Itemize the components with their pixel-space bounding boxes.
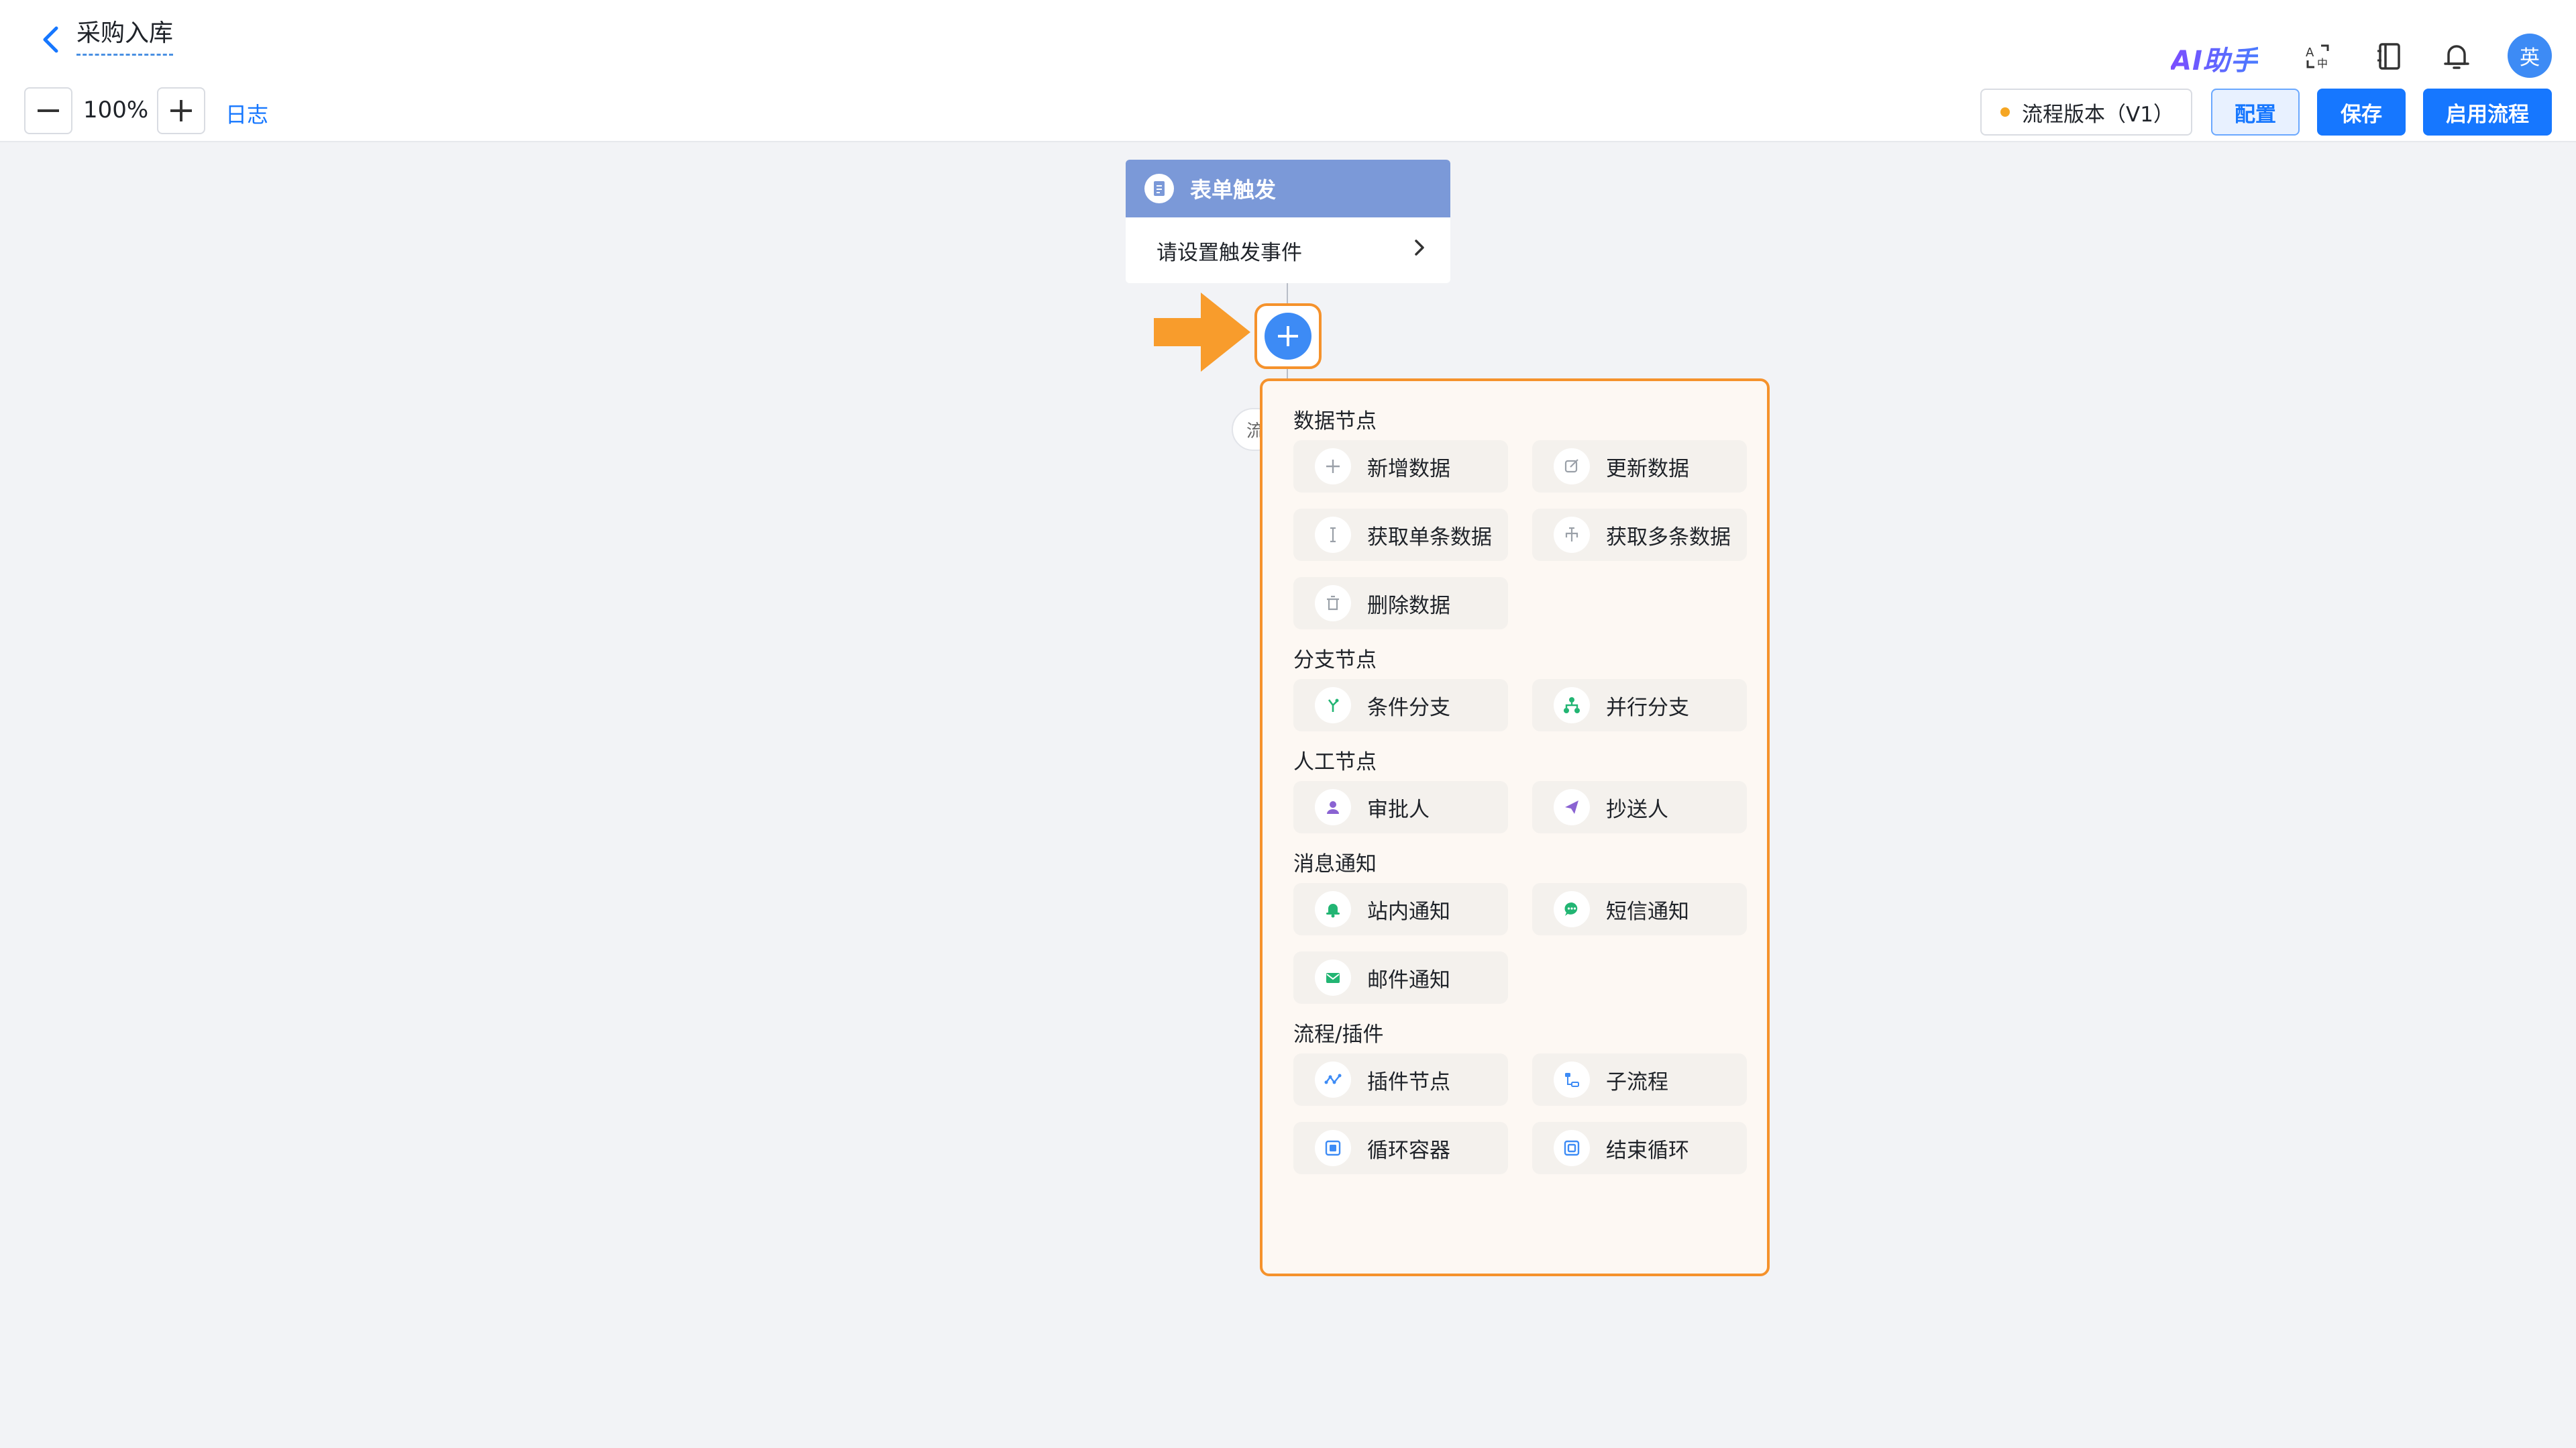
version-label: 流程版本（V1） xyxy=(2022,102,2174,127)
menu-item-label: 获取多条数据 xyxy=(1606,525,1731,550)
pointer-arrow-icon xyxy=(1154,293,1250,374)
trigger-event-label: 请设置触发事件 xyxy=(1157,240,1302,265)
menu-section-grid: 新增数据 更新数据获取单条数据 获取多条数据删除数据 xyxy=(1293,440,1767,629)
menu-item-label: 插件节点 xyxy=(1367,1070,1450,1094)
menu-section-title: 消息通知 xyxy=(1293,852,1377,876)
menu-section-title: 流程/插件 xyxy=(1293,1023,1384,1047)
menu-item-node[interactable]: 抄送人 xyxy=(1532,781,1747,833)
add-node-button[interactable] xyxy=(1254,303,1322,369)
menu-item-label: 更新数据 xyxy=(1606,456,1689,481)
menu-item-node[interactable]: 循环容器 xyxy=(1293,1122,1508,1174)
bell-icon[interactable] xyxy=(2438,38,2475,75)
menu-item-label: 短信通知 xyxy=(1606,899,1689,924)
menu-item-node[interactable]: 条件分支 xyxy=(1293,679,1508,731)
mail-icon xyxy=(1315,960,1351,996)
ai-assistant-button[interactable]: AI助手 xyxy=(2171,39,2258,78)
trigger-node[interactable]: 表单触发 请设置触发事件 xyxy=(1126,160,1450,283)
menu-item-label: 邮件通知 xyxy=(1367,968,1450,992)
menu-item-label: 站内通知 xyxy=(1367,899,1450,924)
menu-item-node[interactable]: 子流程 xyxy=(1532,1053,1747,1106)
svg-text:A: A xyxy=(2306,46,2314,60)
version-select[interactable]: 流程版本（V1） xyxy=(1980,89,2192,136)
plus-icon xyxy=(1315,448,1351,484)
form-icon xyxy=(1144,174,1174,203)
add-node-menu: 数据节点新增数据 更新数据获取单条数据 获取多条数据删除数据分支节点条件分支 并行分支… xyxy=(1260,378,1770,1276)
approver-icon xyxy=(1315,789,1351,825)
connector-line xyxy=(1287,283,1288,306)
menu-item-node[interactable]: 邮件通知 xyxy=(1293,951,1508,1004)
plus-icon xyxy=(1265,313,1311,360)
menu-item-label: 子流程 xyxy=(1606,1070,1668,1094)
zoom-in-button[interactable] xyxy=(157,87,205,134)
book-icon[interactable] xyxy=(2371,38,2408,75)
save-button[interactable]: 保存 xyxy=(2317,89,2406,136)
menu-section-title: 分支节点 xyxy=(1293,648,1377,672)
multi-data-icon xyxy=(1554,517,1590,553)
menu-item-node[interactable]: 并行分支 xyxy=(1532,679,1747,731)
menu-item-node[interactable]: 获取多条数据 xyxy=(1532,509,1747,561)
menu-section-grid: 插件节点 子流程循环容器 结束循环 xyxy=(1293,1053,1767,1174)
page-title[interactable]: 采购入库 xyxy=(76,19,174,56)
menu-item-label: 结束循环 xyxy=(1606,1138,1689,1163)
trigger-node-title: 表单触发 xyxy=(1190,177,1277,203)
end-loop-icon xyxy=(1554,1130,1590,1166)
trash-icon xyxy=(1315,585,1351,621)
status-dot xyxy=(2000,107,2010,117)
loop-container-icon xyxy=(1315,1130,1351,1166)
bell-icon xyxy=(1315,891,1351,927)
menu-item-label: 循环容器 xyxy=(1367,1138,1450,1163)
subprocess-icon xyxy=(1554,1062,1590,1098)
menu-item-label: 新增数据 xyxy=(1367,456,1450,481)
menu-item-node[interactable]: 站内通知 xyxy=(1293,883,1508,935)
enable-flow-button[interactable]: 启用流程 xyxy=(2423,89,2552,136)
trigger-node-header: 表单触发 xyxy=(1126,160,1450,217)
sms-icon xyxy=(1554,891,1590,927)
plugin-icon xyxy=(1315,1062,1351,1098)
menu-item-label: 审批人 xyxy=(1367,797,1430,822)
zoom-out-button[interactable] xyxy=(24,87,72,134)
menu-item-node[interactable]: 删除数据 xyxy=(1293,577,1508,629)
send-icon xyxy=(1554,789,1590,825)
menu-item-node[interactable]: 审批人 xyxy=(1293,781,1508,833)
menu-section-grid: 站内通知 短信通知邮件通知 xyxy=(1293,883,1767,1004)
menu-section-title: 数据节点 xyxy=(1293,409,1377,433)
menu-item-label: 获取单条数据 xyxy=(1367,525,1492,550)
menu-item-label: 删除数据 xyxy=(1367,593,1450,618)
config-button[interactable]: 配置 xyxy=(2211,89,2300,136)
menu-item-node[interactable]: 新增数据 xyxy=(1293,440,1508,493)
log-link[interactable]: 日志 xyxy=(225,98,268,129)
condition-branch-icon xyxy=(1315,687,1351,723)
zoom-level: 100% xyxy=(83,97,149,123)
menu-item-label: 抄送人 xyxy=(1606,797,1668,822)
menu-item-node[interactable]: 更新数据 xyxy=(1532,440,1747,493)
menu-item-node[interactable]: 插件节点 xyxy=(1293,1053,1508,1106)
translate-icon[interactable]: A中 xyxy=(2300,38,2337,75)
menu-item-node[interactable]: 获取单条数据 xyxy=(1293,509,1508,561)
trigger-event-setting[interactable]: 请设置触发事件 xyxy=(1126,217,1450,283)
menu-item-label: 并行分支 xyxy=(1606,695,1689,720)
parallel-branch-icon xyxy=(1554,687,1590,723)
top-bar: 采购入库 AI助手 A中 英 100% 日志 流程版本（V1） 配置 保存 启用… xyxy=(0,0,2576,142)
menu-section-grid: 条件分支 并行分支 xyxy=(1293,679,1767,731)
menu-item-label: 条件分支 xyxy=(1367,695,1450,720)
svg-text:中: 中 xyxy=(2317,57,2328,70)
avatar[interactable]: 英 xyxy=(2508,34,2552,78)
menu-section-title: 人工节点 xyxy=(1293,750,1377,774)
menu-item-node[interactable]: 结束循环 xyxy=(1532,1122,1747,1174)
back-arrow-icon[interactable] xyxy=(35,23,68,56)
single-data-icon xyxy=(1315,517,1351,553)
chevron-right-icon xyxy=(1411,238,1428,263)
menu-item-node[interactable]: 短信通知 xyxy=(1532,883,1747,935)
menu-section-grid: 审批人 抄送人 xyxy=(1293,781,1767,833)
edit-icon xyxy=(1554,448,1590,484)
